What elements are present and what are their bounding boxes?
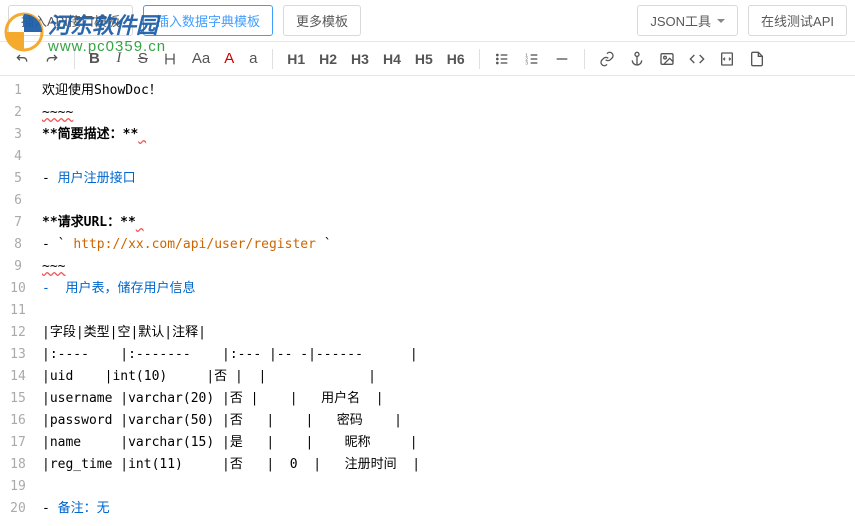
italic-icon[interactable]: I: [108, 46, 130, 71]
line-number: 20: [0, 498, 36, 520]
ordered-list-icon[interactable]: 123: [518, 47, 546, 71]
insert-dict-template-button[interactable]: 插入数据字典模板: [143, 5, 273, 36]
codeblock-icon[interactable]: [713, 47, 741, 71]
code-icon[interactable]: [683, 47, 711, 71]
editor-line[interactable]: |username |varchar(20) |否 | | 用户名 |: [36, 388, 855, 410]
image-icon[interactable]: [653, 47, 681, 71]
insert-api-template-button[interactable]: 插入API接口模板: [8, 5, 133, 36]
line-number: 8: [0, 234, 36, 256]
editor-line[interactable]: |:---- |:------- |:--- |-- -|------ |: [36, 344, 855, 366]
editor-line[interactable]: |password |varchar(50) |否 | | 密码 |: [36, 410, 855, 432]
editor-line[interactable]: **请求URL：**: [36, 212, 855, 234]
bold-icon[interactable]: B: [83, 46, 106, 71]
editor-line[interactable]: - 用户表，储存用户信息: [36, 278, 855, 300]
editor-line[interactable]: [36, 190, 855, 212]
line-number: 2: [0, 102, 36, 124]
editor-line[interactable]: |uid |int(10) |否 | | |: [36, 366, 855, 388]
editor-line[interactable]: |字段|类型|空|默认|注释|: [36, 322, 855, 344]
editor-content[interactable]: 欢迎使用ShowDoc！~~~~**简要描述：** - 用户注册接口 **请求UR…: [36, 76, 855, 520]
editor-line[interactable]: [36, 146, 855, 168]
line-number: 13: [0, 344, 36, 366]
line-number: 14: [0, 366, 36, 388]
line-number: 15: [0, 388, 36, 410]
h1-button[interactable]: H1: [281, 47, 311, 71]
editor-line[interactable]: - ` http://xx.com/api/user/register `: [36, 234, 855, 256]
line-number: 19: [0, 476, 36, 498]
strikethrough-icon[interactable]: S: [132, 46, 154, 71]
line-number: 18: [0, 454, 36, 476]
line-number: 11: [0, 300, 36, 322]
editor-line[interactable]: - 备注：无: [36, 498, 855, 520]
editor-line[interactable]: |name |varchar(15) |是 | | 昵称 |: [36, 432, 855, 454]
line-number: 6: [0, 190, 36, 212]
editor-line[interactable]: |reg_time |int(11) |否 | 0 | 注册时间 |: [36, 454, 855, 476]
editor-line[interactable]: ~~~: [36, 256, 855, 278]
line-number: 12: [0, 322, 36, 344]
editor-line[interactable]: 欢迎使用ShowDoc！: [36, 80, 855, 102]
lowercase-icon[interactable]: a: [242, 46, 264, 71]
test-api-button[interactable]: 在线测试API: [748, 5, 847, 36]
heading-icon[interactable]: [156, 47, 184, 71]
svg-text:3: 3: [525, 60, 528, 65]
line-number: 4: [0, 146, 36, 168]
line-number: 3: [0, 124, 36, 146]
line-number: 17: [0, 432, 36, 454]
line-number: 10: [0, 278, 36, 300]
json-tool-dropdown[interactable]: JSON工具: [637, 5, 738, 36]
editor-toolbar: B I S Aa A a H1 H2 H3 H4 H5 H6 123: [0, 41, 855, 76]
fontcolor-icon[interactable]: A: [218, 46, 240, 71]
unordered-list-icon[interactable]: [488, 47, 516, 71]
redo-icon[interactable]: [38, 47, 66, 71]
editor-line[interactable]: [36, 300, 855, 322]
h4-button[interactable]: H4: [377, 47, 407, 71]
anchor-icon[interactable]: [623, 47, 651, 71]
editor-line[interactable]: **简要描述：**: [36, 124, 855, 146]
fontcase-icon[interactable]: Aa: [186, 46, 216, 71]
link-icon[interactable]: [593, 47, 621, 71]
file-icon[interactable]: [743, 47, 771, 71]
h2-button[interactable]: H2: [313, 47, 343, 71]
line-number: 5: [0, 168, 36, 190]
hr-icon[interactable]: [548, 47, 576, 71]
line-number: 1: [0, 80, 36, 102]
h3-button[interactable]: H3: [345, 47, 375, 71]
h6-button[interactable]: H6: [441, 47, 471, 71]
h5-button[interactable]: H5: [409, 47, 439, 71]
more-templates-button[interactable]: 更多模板: [283, 5, 361, 36]
line-number: 7: [0, 212, 36, 234]
undo-icon[interactable]: [8, 47, 36, 71]
line-gutter: 1234567891011121314151617181920: [0, 76, 36, 520]
markdown-editor[interactable]: 1234567891011121314151617181920 欢迎使用Show…: [0, 76, 855, 520]
editor-line[interactable]: ~~~~: [36, 102, 855, 124]
line-number: 16: [0, 410, 36, 432]
line-number: 9: [0, 256, 36, 278]
editor-line[interactable]: - 用户注册接口: [36, 168, 855, 190]
editor-line[interactable]: [36, 476, 855, 498]
template-button-bar: 插入API接口模板 插入数据字典模板 更多模板 JSON工具 在线测试API: [0, 0, 855, 41]
